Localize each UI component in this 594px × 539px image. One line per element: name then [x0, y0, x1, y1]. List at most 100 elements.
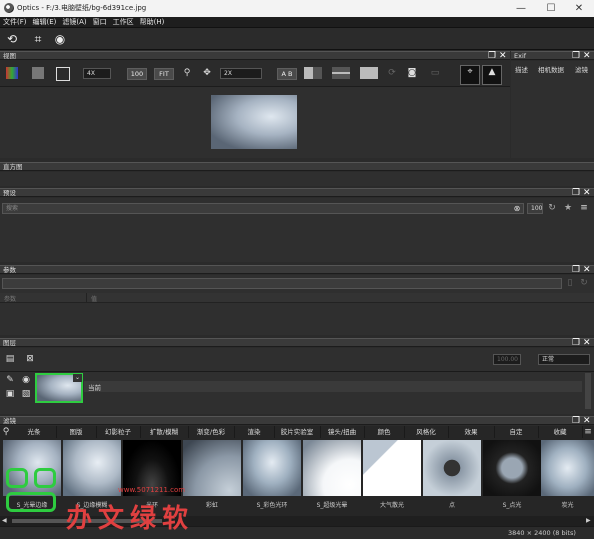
presets-search-input[interactable]: 搜索 — [2, 203, 524, 214]
filter-thumb[interactable] — [541, 440, 594, 496]
brush-icon[interactable]: ✎ — [4, 374, 16, 386]
presets-panel-title: 预设 — [3, 189, 16, 197]
filter-thumb[interactable] — [423, 440, 481, 496]
menu-help[interactable]: 帮助(H) — [137, 17, 168, 28]
histogram-panel-header: 直方图 — [0, 162, 594, 171]
layer-mask-icon[interactable]: ▧ — [20, 388, 32, 400]
zoom-select[interactable]: 2X — [220, 68, 262, 79]
menu-edit[interactable]: 编辑(E) — [30, 17, 60, 28]
compare-icon[interactable] — [360, 67, 378, 79]
monitor-icon[interactable]: ▭ — [429, 67, 441, 79]
tab-effects[interactable]: 效果 — [448, 426, 495, 438]
float-icon[interactable]: ❐ — [572, 51, 580, 61]
crosshair-icon[interactable]: ⌖ — [460, 65, 480, 85]
split-vertical-icon[interactable] — [304, 67, 322, 79]
star-icon[interactable]: ★ — [562, 202, 574, 214]
filter-thumb[interactable] — [183, 440, 241, 496]
histogram-panel-title: 直方图 — [3, 163, 23, 171]
pan-icon[interactable]: ✥ — [201, 67, 213, 79]
close-button[interactable]: ✕ — [564, 0, 594, 17]
view-panel-title: 视图 — [3, 52, 16, 60]
print-icon[interactable]: ▣ — [4, 388, 16, 400]
panel-close-icon[interactable]: ✕ — [499, 51, 507, 61]
layers-scrollbar[interactable] — [585, 373, 591, 409]
tab-color[interactable]: 颜色 — [364, 426, 405, 438]
panel-close-icon[interactable]: ✕ — [583, 338, 591, 348]
menu-file[interactable]: 文件(F) — [0, 17, 30, 28]
float-icon[interactable]: ❐ — [572, 188, 580, 198]
search-icon[interactable]: ⚲ — [1, 426, 11, 438]
presets-amount-field[interactable]: 100 — [527, 203, 543, 214]
eye-icon[interactable]: ◉ — [20, 374, 32, 386]
exif-tab-description[interactable]: 描述 — [515, 64, 528, 74]
float-icon[interactable]: ❐ — [572, 416, 580, 426]
exif-tab-camera[interactable]: 相机数据 — [538, 64, 564, 74]
scroll-right-icon[interactable]: ▶ — [586, 518, 592, 524]
blend-mode-select[interactable]: 正常 — [538, 354, 590, 365]
menu-window[interactable]: 窗口 — [90, 17, 110, 28]
reset-icon[interactable]: ↻ — [578, 277, 590, 289]
panel-close-icon[interactable]: ✕ — [583, 188, 591, 198]
panel-close-icon[interactable]: ✕ — [583, 51, 591, 61]
mask-icon[interactable]: ⊠ — [24, 353, 36, 365]
filter-thumb[interactable] — [363, 440, 421, 496]
float-icon[interactable]: ❐ — [572, 338, 580, 348]
snapshot-icon[interactable]: ◙ — [405, 67, 419, 79]
histogram-panel — [0, 172, 594, 186]
filter-thumb[interactable] — [483, 440, 541, 496]
tab-plate[interactable]: 图版 — [56, 426, 97, 438]
minimize-button[interactable]: — — [506, 0, 536, 17]
panel-close-icon[interactable]: ✕ — [583, 416, 591, 426]
zoom-icon[interactable]: ⚲ — [181, 67, 193, 79]
tab-film-lab[interactable]: 胶片实验室 — [274, 426, 321, 438]
zoom-factor-field[interactable]: 4X — [83, 68, 111, 79]
tab-particles[interactable]: 幻影粒子 — [96, 426, 141, 438]
clear-icon[interactable]: ⊗ — [512, 203, 522, 214]
panel-close-icon[interactable]: ✕ — [583, 265, 591, 275]
filter-thumb[interactable] — [303, 440, 361, 496]
frame-icon[interactable] — [56, 67, 70, 81]
tab-render[interactable]: 渲染 — [234, 426, 275, 438]
tab-lens[interactable]: 镜头/扭曲 — [320, 426, 365, 438]
preview-icon[interactable]: ◉ — [52, 31, 68, 47]
refresh-icon[interactable]: ↻ — [546, 202, 558, 214]
histogram-icon[interactable]: ▲ — [482, 65, 502, 85]
divider — [0, 371, 594, 372]
ab-compare-button[interactable]: A B — [277, 68, 297, 80]
menu-icon[interactable]: ≡ — [578, 202, 590, 214]
tab-light[interactable]: 光条 — [12, 426, 57, 438]
checker-icon[interactable] — [32, 67, 44, 79]
add-layer-icon[interactable]: ▤ — [4, 353, 16, 365]
layer-opacity-field[interactable]: 100.00 — [493, 354, 521, 365]
crop-icon[interactable]: ⌗ — [30, 31, 46, 47]
tab-stylize[interactable]: 风格化 — [404, 426, 449, 438]
exif-panel-header: Exif ❐ ✕ — [511, 51, 594, 61]
fit-button[interactable]: FIT — [154, 68, 174, 80]
chevron-down-icon[interactable]: ⌄ — [73, 374, 82, 382]
tab-custom[interactable]: 自定 — [494, 426, 539, 438]
menu-workspace[interactable]: 工作区 — [110, 17, 137, 28]
layer-row[interactable]: 当前 — [84, 381, 582, 392]
scroll-left-icon[interactable]: ◀ — [2, 518, 8, 524]
float-icon[interactable]: ❐ — [572, 265, 580, 275]
params-filter-input[interactable] — [2, 278, 562, 289]
title-bar: Optics - F:/3.电脑壁纸/bg-6d391ce.jpg — ☐ ✕ — [0, 0, 594, 17]
menu-filter[interactable]: 滤镜(A) — [59, 17, 89, 28]
channels-icon[interactable] — [6, 67, 18, 79]
filter-thumb[interactable] — [243, 440, 301, 496]
tab-gradient[interactable]: 渐变/色彩 — [188, 426, 235, 438]
menu-icon[interactable]: ≡ — [582, 426, 594, 438]
exif-tab-filter[interactable]: 滤镜 — [575, 64, 588, 74]
delete-icon[interactable]: ▯ — [565, 277, 575, 289]
presets-panel-header: 预设 ❐ ✕ — [0, 188, 594, 198]
refresh-icon[interactable]: ⟲ — [4, 31, 20, 47]
tab-favorites[interactable]: 收藏 — [538, 426, 583, 438]
actual-size-button[interactable]: 100 — [127, 68, 147, 80]
layer-name: 当前 — [88, 384, 101, 392]
maximize-button[interactable]: ☐ — [536, 0, 566, 17]
float-icon[interactable]: ❐ — [488, 51, 496, 61]
tab-diffuse[interactable]: 扩散/模糊 — [140, 426, 189, 438]
sync-icon[interactable]: ⟳ — [386, 67, 398, 79]
split-horizontal-icon[interactable] — [332, 67, 350, 79]
filter-thumb[interactable] — [63, 440, 121, 496]
